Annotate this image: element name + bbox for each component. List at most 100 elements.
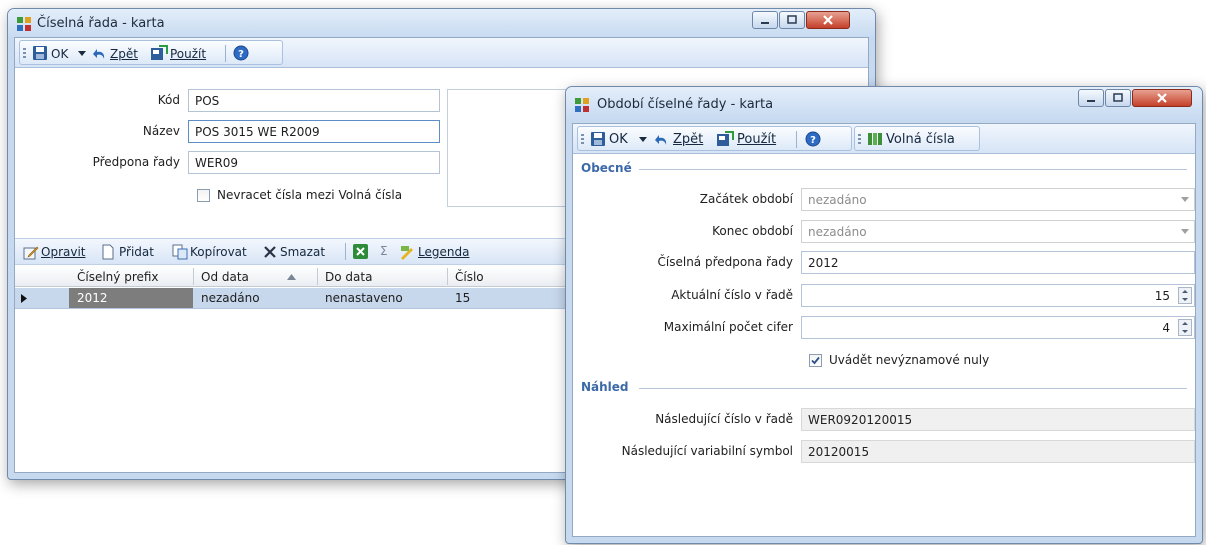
cell-do-data: nenastaveno xyxy=(325,291,403,305)
checkmark-icon xyxy=(811,356,820,365)
minimize-icon xyxy=(1087,100,1095,102)
dropdown-arrow-icon[interactable] xyxy=(639,137,647,143)
apply-icon xyxy=(717,131,734,146)
toolbar-group-free-numbers: Volná čísla xyxy=(854,126,980,151)
row-indicator-icon xyxy=(21,294,27,303)
leading-zeros-label: Uvádět nevýznamové nuly xyxy=(829,353,990,367)
max-digits-stepper[interactable]: 4 xyxy=(801,316,1195,339)
toolbar-group: OK Zpět Použít ? xyxy=(19,40,283,65)
next-number-label: Následující číslo v řadě xyxy=(655,412,793,426)
apply-icon xyxy=(151,45,168,60)
predpona-label: Předpona řady xyxy=(92,155,180,169)
current-number-label: Aktuální číslo v řadě xyxy=(671,288,793,302)
column-header-do-data[interactable]: Do data xyxy=(325,270,372,284)
column-header-prefix[interactable]: Číselný prefix xyxy=(77,270,159,284)
spinner-icon[interactable] xyxy=(1178,319,1192,336)
help-icon[interactable]: ? xyxy=(233,45,249,61)
help-icon[interactable]: ? xyxy=(805,131,821,147)
copy-button[interactable]: Kopírovat xyxy=(190,245,247,259)
back-button[interactable]: Zpět xyxy=(673,132,703,147)
legend-icon xyxy=(401,246,413,260)
title-bar[interactable]: Číselná řada - karta xyxy=(8,9,875,37)
close-button[interactable] xyxy=(1132,89,1192,107)
window-client: OK Zpět Použít ? Volná čísla Obecné Začá… xyxy=(572,123,1196,537)
apply-button[interactable]: Použít xyxy=(170,47,206,61)
new-document-icon xyxy=(102,244,114,260)
toolbar-separator xyxy=(225,45,226,62)
legend-button[interactable]: Legenda xyxy=(418,245,469,259)
toolbar-grip[interactable] xyxy=(858,134,861,146)
obdobi-window: Období číselné řady - karta OK Zpět Použ… xyxy=(565,86,1203,544)
cell-od-data: nezadáno xyxy=(201,291,260,305)
add-button[interactable]: Přidat xyxy=(119,245,154,259)
window-title: Období číselné řady - karta xyxy=(597,97,774,112)
undo-icon xyxy=(655,135,667,145)
save-icon xyxy=(33,46,47,60)
cell-prefix: 2012 xyxy=(77,291,108,305)
max-digits-label: Maximální počet cifer xyxy=(663,320,793,334)
max-digits-value: 4 xyxy=(1162,321,1170,335)
start-date-select[interactable]: nezadáno xyxy=(801,188,1195,211)
section-divider xyxy=(639,388,1187,389)
chevron-down-icon[interactable] xyxy=(1181,229,1189,234)
predpona-input[interactable]: WER09 xyxy=(188,151,440,174)
toolbar-grip[interactable] xyxy=(581,134,584,146)
dropdown-arrow-icon[interactable] xyxy=(78,51,86,57)
back-button[interactable]: Zpět xyxy=(110,47,138,61)
title-bar[interactable]: Období číselné řady - karta xyxy=(566,87,1202,119)
toolbar-grip[interactable] xyxy=(23,48,26,60)
leading-zeros-checkbox[interactable]: Uvádět nevýznamové nuly xyxy=(809,353,1059,369)
section-divider xyxy=(639,169,1187,170)
next-vs-value: 20120015 xyxy=(801,440,1195,463)
toolbar-group: OK Zpět Použít ? xyxy=(577,126,852,151)
chevron-down-icon[interactable] xyxy=(1181,197,1189,202)
maximize-icon xyxy=(787,15,797,24)
ok-button[interactable]: OK xyxy=(609,132,628,147)
end-date-select[interactable]: nezadáno xyxy=(801,220,1195,243)
close-icon xyxy=(823,15,833,25)
ok-button[interactable]: OK xyxy=(51,47,68,61)
nazev-input[interactable]: POS 3015 WE R2009 xyxy=(188,120,440,143)
kod-label: Kód xyxy=(157,93,180,107)
maximize-button[interactable] xyxy=(779,11,805,29)
kod-input[interactable]: POS xyxy=(188,89,440,112)
minimize-button[interactable] xyxy=(752,11,778,29)
app-icon xyxy=(17,17,31,31)
checkbox-box[interactable] xyxy=(197,189,210,202)
excel-icon[interactable] xyxy=(352,243,369,260)
nevracet-checkbox[interactable]: Nevracet čísla mezi Volná čísla xyxy=(197,188,437,204)
main-toolbar: OK Zpět Použít ? xyxy=(15,38,868,68)
edit-icon xyxy=(23,246,39,260)
next-vs-label: Následující variabilní symbol xyxy=(621,444,793,458)
free-numbers-button[interactable]: Volná čísla xyxy=(886,132,955,147)
spinner-icon[interactable] xyxy=(1178,287,1192,304)
cell-cislo: 15 xyxy=(455,291,471,305)
maximize-button[interactable] xyxy=(1105,89,1131,107)
column-header-od-data[interactable]: Od data xyxy=(201,270,249,284)
minimize-button[interactable] xyxy=(1078,89,1104,107)
current-number-value: 15 xyxy=(1154,289,1170,303)
maximize-icon xyxy=(1113,93,1123,102)
checkbox-box[interactable] xyxy=(809,354,822,367)
minimize-icon xyxy=(761,22,769,24)
delete-button[interactable]: Smazat xyxy=(280,245,325,259)
app-icon xyxy=(575,98,589,112)
nazev-label: Název xyxy=(142,124,180,138)
save-icon xyxy=(591,132,605,146)
edit-button[interactable]: Opravit xyxy=(41,245,86,259)
main-toolbar: OK Zpět Použít ? Volná čísla xyxy=(573,124,1195,154)
sum-button[interactable]: Σ xyxy=(380,244,388,258)
undo-icon xyxy=(93,49,105,59)
svg-text:?: ? xyxy=(238,49,244,60)
column-header-cislo[interactable]: Číslo xyxy=(455,270,484,284)
current-number-stepper[interactable]: 15 xyxy=(801,284,1195,307)
toolbar-separator xyxy=(345,243,346,260)
prefix-input[interactable]: 2012 xyxy=(801,251,1195,274)
delete-icon xyxy=(264,246,276,258)
close-button[interactable] xyxy=(806,11,850,29)
start-date-value: nezadáno xyxy=(808,193,867,207)
apply-button[interactable]: Použít xyxy=(737,132,776,147)
section-general-title: Obecné xyxy=(581,161,632,175)
section-preview-title: Náhled xyxy=(581,380,629,394)
end-date-value: nezadáno xyxy=(808,225,867,239)
